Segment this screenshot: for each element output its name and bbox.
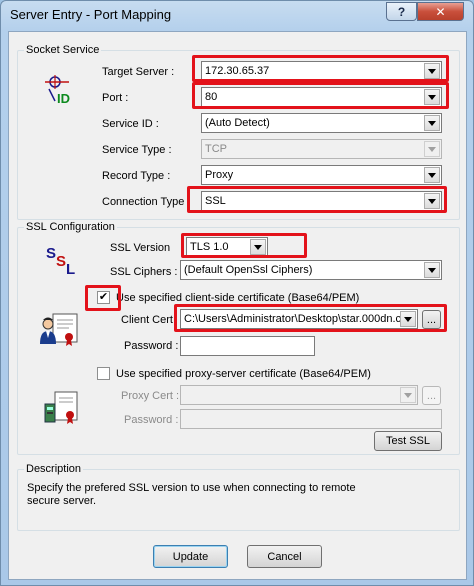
service-id-label: Service ID :: [102, 118, 159, 130]
description-text-line1: Specify the prefered SSL version to use …: [27, 482, 356, 494]
password-label: Password :: [124, 340, 179, 352]
record-type-value: Proxy: [205, 169, 234, 181]
service-id-value: (Auto Detect): [205, 117, 270, 129]
ellipsis-icon: ...: [426, 313, 437, 326]
service-id-combo[interactable]: (Auto Detect): [201, 113, 442, 133]
proxy-password-field: [180, 409, 442, 429]
record-type-combo[interactable]: Proxy: [201, 165, 442, 185]
proxy-certificate-icon: [44, 391, 78, 424]
ssl-ciphers-label: SSL Ciphers :: [110, 266, 178, 278]
ssl-version-combo[interactable]: TLS 1.0: [186, 237, 268, 257]
description-text-line2: secure server.: [27, 495, 97, 507]
chevron-down-icon[interactable]: [250, 239, 266, 255]
test-ssl-button-label: Test SSL: [385, 435, 431, 447]
chevron-down-icon[interactable]: [424, 63, 440, 79]
connection-type-value: SSL: [205, 195, 226, 207]
target-id-icon: ID: [45, 75, 70, 105]
target-server-label: Target Server :: [102, 66, 175, 78]
chevron-down-icon: [424, 141, 440, 157]
service-type-value: TCP: [205, 143, 227, 155]
test-ssl-button[interactable]: Test SSL: [374, 431, 442, 451]
update-button-label: Update: [172, 550, 209, 563]
ssl-configuration-group-label: SSL Configuration: [24, 221, 117, 234]
service-type-combo: TCP: [201, 139, 442, 159]
window-title: Server Entry - Port Mapping: [10, 7, 172, 22]
help-button[interactable]: ?: [386, 2, 417, 21]
service-type-label: Service Type :: [102, 144, 172, 156]
record-type-label: Record Type :: [102, 170, 171, 182]
svg-text:S: S: [46, 245, 56, 262]
ssl-ciphers-combo[interactable]: (Default OpenSsl Ciphers): [180, 260, 442, 280]
title-bar[interactable]: Server Entry - Port Mapping ? ✕: [1, 1, 473, 31]
chevron-down-icon[interactable]: [424, 115, 440, 131]
certificate-icon: [40, 313, 78, 346]
connection-type-combo[interactable]: SSL: [201, 191, 442, 211]
client-cert-value: C:\Users\Administrator\Desktop\star.000d…: [184, 313, 400, 325]
svg-text:S: S: [56, 253, 66, 270]
proxy-password-label: Password :: [124, 414, 179, 426]
port-combo[interactable]: 80: [201, 87, 442, 107]
proxy-cert-combo: [180, 385, 418, 405]
help-icon: ?: [397, 4, 406, 19]
dialog-window: Server Entry - Port Mapping ? ✕ Socket S…: [0, 0, 474, 586]
chevron-down-icon[interactable]: [424, 193, 440, 209]
proxy-cert-checkbox-label[interactable]: Use specified proxy-server certificate (…: [116, 367, 371, 381]
port-value: 80: [205, 91, 218, 103]
svg-text:L: L: [66, 261, 75, 276]
ellipsis-icon: ...: [426, 389, 437, 402]
ssl-version-label: SSL Version: [110, 242, 171, 254]
ssl-ciphers-value: (Default OpenSsl Ciphers): [184, 264, 313, 276]
description-group-label: Description: [24, 463, 84, 476]
ssl-version-value: TLS 1.0: [190, 241, 229, 253]
ssl-icon: S S L: [46, 245, 75, 276]
dialog-client-area: Socket Service ID Target Server : 172.30…: [8, 31, 467, 580]
socket-service-group-label: Socket Service: [24, 44, 102, 57]
chevron-down-icon: [400, 387, 416, 403]
proxy-cert-label: Proxy Cert :: [121, 390, 180, 402]
port-label: Port :: [102, 92, 129, 104]
client-cert-browse-button[interactable]: ...: [422, 310, 441, 329]
chevron-down-icon[interactable]: [424, 89, 440, 105]
connection-type-label: Connection Type: [102, 196, 185, 208]
client-cert-label: Client Cert: [121, 314, 173, 326]
client-cert-combo[interactable]: C:\Users\Administrator\Desktop\star.000d…: [180, 309, 418, 329]
client-cert-checkbox[interactable]: ✔: [97, 291, 110, 304]
cancel-button[interactable]: Cancel: [247, 545, 322, 568]
checkmark-icon: ✔: [98, 291, 109, 303]
chevron-down-icon[interactable]: [400, 311, 416, 327]
close-button[interactable]: ✕: [417, 2, 464, 21]
proxy-cert-checkbox[interactable]: [97, 367, 110, 380]
target-server-value: 172.30.65.37: [205, 65, 270, 77]
chevron-down-icon[interactable]: [424, 167, 440, 183]
client-cert-checkbox-label[interactable]: Use specified client-side certificate (B…: [116, 291, 359, 305]
password-field[interactable]: [180, 336, 315, 356]
proxy-cert-browse-button: ...: [422, 386, 441, 405]
update-button[interactable]: Update: [153, 545, 228, 568]
close-icon: ✕: [435, 4, 446, 19]
target-server-combo[interactable]: 172.30.65.37: [201, 61, 442, 81]
svg-text:ID: ID: [57, 91, 70, 105]
chevron-down-icon[interactable]: [424, 262, 440, 278]
cancel-button-label: Cancel: [267, 550, 302, 563]
